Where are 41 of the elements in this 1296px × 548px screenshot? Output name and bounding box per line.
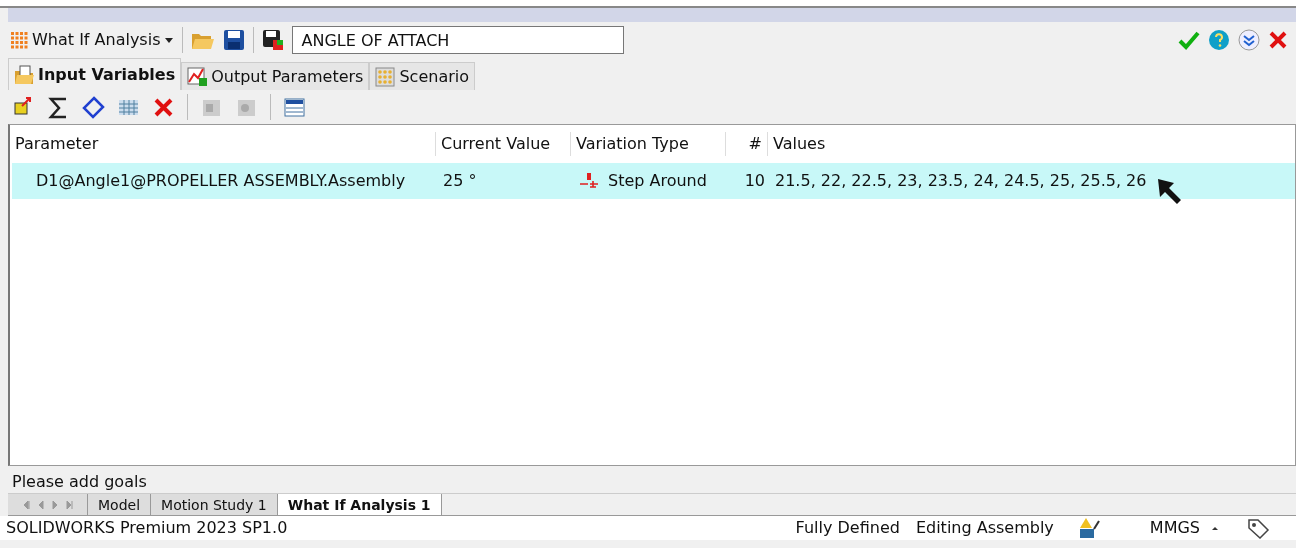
tab-icon <box>375 66 396 87</box>
tab-label: Scenario <box>399 65 469 88</box>
column-header[interactable]: Parameter <box>10 132 436 156</box>
tab-icon <box>14 64 34 85</box>
help-icon[interactable] <box>1208 29 1230 51</box>
tool-dropdown[interactable]: What If Analysis <box>10 28 175 52</box>
tab[interactable]: Model <box>88 494 152 515</box>
tab[interactable]: Output Parameters <box>181 62 370 90</box>
column-header[interactable]: Values <box>768 132 1295 156</box>
rebuild-warning-icon[interactable] <box>1077 517 1102 539</box>
column-header[interactable]: Variation Type <box>571 132 726 156</box>
status-text: Editing Assembly <box>915 517 1054 539</box>
units-selector[interactable]: MMGS <box>1149 516 1200 540</box>
tab-label: Output Parameters <box>211 65 364 88</box>
grid-icon <box>10 31 28 49</box>
tab[interactable]: Motion Study 1 <box>151 494 278 515</box>
save-as-icon[interactable] <box>262 29 285 51</box>
tag-icon[interactable] <box>1246 517 1270 539</box>
table-cell-text: Step Around <box>608 170 707 192</box>
confirm-icon[interactable] <box>1178 30 1200 50</box>
close-icon[interactable] <box>1268 30 1288 50</box>
table-cell-text: 25 ° <box>442 170 478 192</box>
status-text: Fully Defined <box>795 517 900 539</box>
columns-icon[interactable] <box>283 95 306 119</box>
column-header[interactable]: Current Value <box>436 132 571 156</box>
column-header[interactable]: # <box>726 132 768 156</box>
collapse-icon[interactable] <box>1238 29 1260 51</box>
tab[interactable]: Scenario <box>369 62 475 90</box>
save-icon[interactable] <box>223 29 246 51</box>
tab[interactable]: Input Variables <box>8 58 182 90</box>
caret-icon <box>164 35 175 45</box>
tag-icon[interactable] <box>82 95 105 119</box>
table-cell-text: 21.5, 22, 22.5, 23, 23.5, 24, 24.5, 25, 25.5, 26 <box>775 170 1147 192</box>
tab-icon <box>187 66 208 87</box>
step-icon <box>578 171 600 191</box>
name-field[interactable]: ANGLE OF ATTACH <box>292 26 625 54</box>
tab-label: Input Variables <box>38 63 176 86</box>
status-text: SOLIDWORKS Premium 2023 SP1.0 <box>6 517 288 539</box>
table-cell-text: 10 <box>743 170 766 192</box>
table-cell-text: D1@Angle1@PROPELLER ASSEMBLY.Assembly <box>35 170 407 192</box>
tab[interactable]: What If Analysis 1 <box>277 494 442 515</box>
